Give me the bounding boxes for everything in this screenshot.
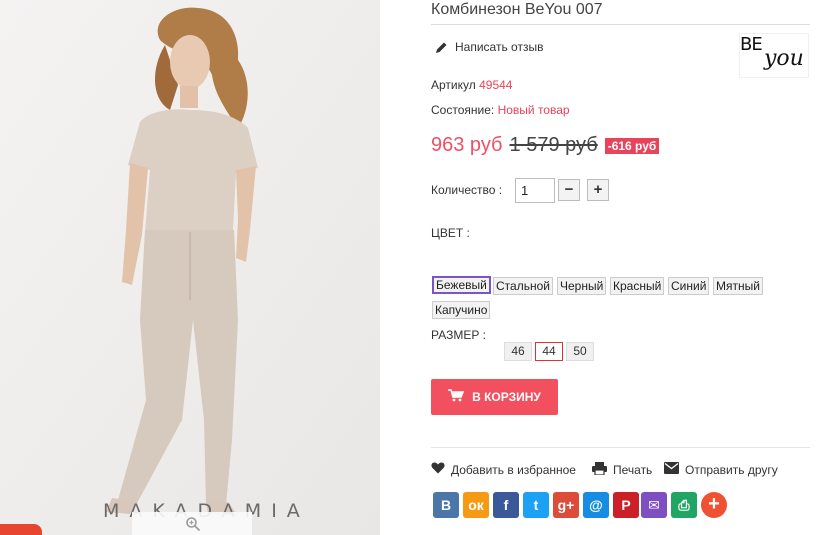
condition-value: Новый товар bbox=[497, 103, 570, 117]
product-title: Комбинезон BeYou 007 bbox=[431, 1, 603, 18]
brand-logo-you: you bbox=[764, 46, 804, 71]
corner-tab[interactable] bbox=[0, 524, 42, 535]
price-old: 1 579 руб bbox=[509, 134, 598, 156]
add-to-wishlist-link[interactable]: Добавить в избранное bbox=[431, 462, 576, 477]
color-option[interactable]: Черный bbox=[557, 277, 607, 295]
size-option[interactable]: 50 bbox=[566, 342, 594, 361]
sku-value: 49544 bbox=[479, 78, 513, 92]
color-option[interactable]: Капучино bbox=[432, 301, 491, 319]
share-twitter-icon[interactable]: t bbox=[523, 492, 549, 518]
share-mailru-icon[interactable]: @ bbox=[583, 492, 609, 518]
size-label: РАЗМЕР : bbox=[431, 328, 486, 342]
brand-logo[interactable]: BE you bbox=[739, 33, 809, 78]
add-to-cart-button[interactable]: В КОРЗИНУ bbox=[431, 379, 558, 415]
share-odnoklassniki-icon[interactable]: ок bbox=[463, 492, 489, 518]
brand-logo-be: BE bbox=[740, 34, 763, 55]
quantity-label: Количество : bbox=[431, 183, 503, 197]
print-label: Печать bbox=[613, 463, 653, 477]
envelope-icon bbox=[664, 462, 679, 477]
model-illustration bbox=[0, 0, 380, 535]
print-link[interactable]: Печать bbox=[592, 462, 652, 478]
price-row: 963 руб 1 579 руб -616 руб bbox=[431, 134, 660, 157]
send-to-friend-link[interactable]: Отправить другу bbox=[664, 462, 778, 477]
share-more-icon[interactable]: + bbox=[701, 492, 727, 518]
share-facebook-icon[interactable]: f bbox=[493, 492, 519, 518]
quantity-input[interactable] bbox=[515, 178, 555, 203]
share-vk-icon[interactable]: В bbox=[433, 492, 459, 518]
size-option[interactable]: 46 bbox=[504, 342, 532, 361]
title-divider bbox=[431, 24, 810, 25]
product-photo[interactable]: MAKADAMIA bbox=[0, 0, 380, 535]
color-option[interactable]: Красный bbox=[610, 277, 665, 295]
pencil-icon bbox=[435, 41, 448, 54]
printer-icon bbox=[592, 462, 607, 478]
color-option[interactable]: Стальной bbox=[493, 277, 553, 295]
actions-divider bbox=[431, 447, 810, 448]
share-googleplus-icon[interactable]: g+ bbox=[553, 492, 579, 518]
add-to-cart-label: В КОРЗИНУ bbox=[472, 390, 541, 404]
wishlist-label: Добавить в избранное bbox=[451, 462, 576, 477]
condition-row: Состояние: Новый товар bbox=[431, 103, 570, 117]
quantity-plus-button[interactable]: + bbox=[587, 179, 609, 201]
sku-label: Артикул bbox=[431, 78, 476, 92]
color-label: ЦВЕТ : bbox=[431, 226, 470, 240]
share-print-icon[interactable]: ⎙ bbox=[671, 492, 697, 518]
color-option[interactable]: Синий bbox=[668, 277, 710, 295]
heart-icon bbox=[431, 462, 445, 477]
size-option[interactable]: 44 bbox=[535, 342, 563, 361]
write-review-link[interactable]: Написать отзыв bbox=[435, 40, 543, 54]
share-pinterest-icon[interactable]: P bbox=[613, 492, 639, 518]
color-option[interactable]: Бежевый bbox=[432, 276, 491, 294]
write-review-label: Написать отзыв bbox=[455, 40, 544, 54]
price-new: 963 руб bbox=[431, 134, 503, 156]
sku-row: Артикул 49544 bbox=[431, 78, 512, 92]
condition-label: Состояние: bbox=[431, 103, 495, 117]
send-label: Отправить другу bbox=[685, 462, 778, 477]
share-email-icon[interactable]: ✉ bbox=[641, 492, 667, 518]
discount-badge: -616 руб bbox=[604, 137, 660, 154]
cart-icon bbox=[448, 389, 465, 405]
color-option[interactable]: Мятный bbox=[713, 277, 763, 295]
quantity-minus-button[interactable]: − bbox=[558, 179, 580, 201]
